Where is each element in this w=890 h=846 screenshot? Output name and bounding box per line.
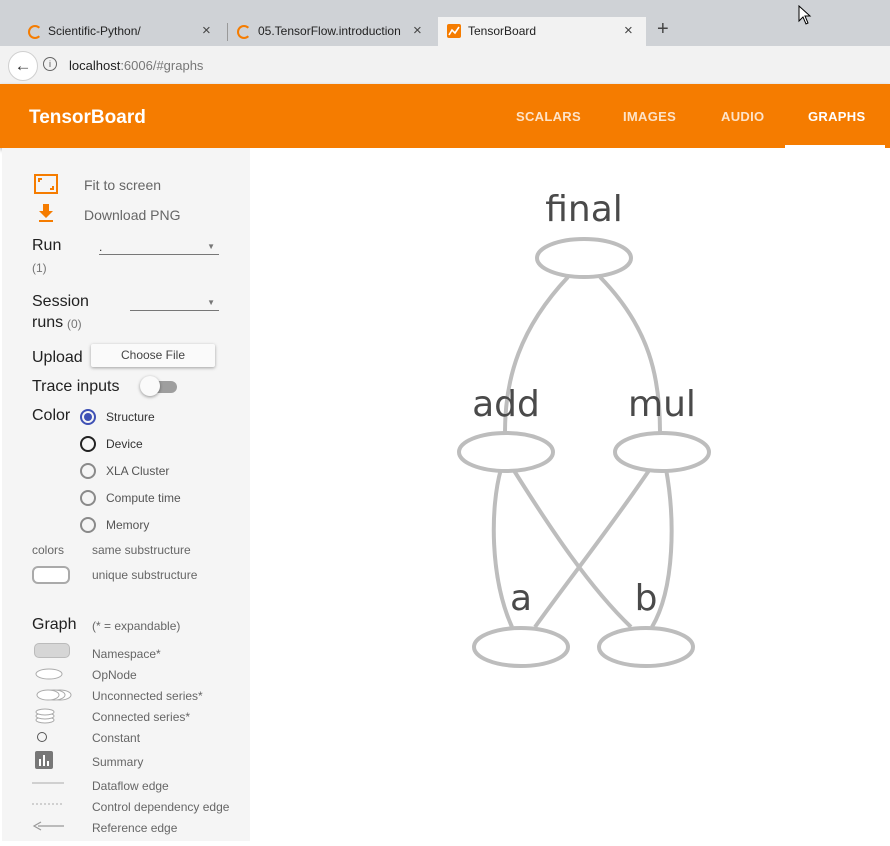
tab-scalars[interactable]: SCALARS (516, 109, 581, 124)
radio-xla-cluster[interactable] (80, 463, 96, 479)
summary-icon (35, 751, 53, 769)
color-label: Color (32, 407, 71, 424)
tab-graphs[interactable]: GRAPHS (808, 109, 865, 124)
back-button[interactable]: ← (8, 51, 38, 81)
info-icon[interactable]: i (43, 57, 57, 71)
radio-compute-time[interactable] (80, 490, 96, 506)
legend-reference-edge: Reference edge (92, 821, 178, 835)
toggle-knob[interactable] (140, 376, 160, 396)
run-count: (1) (32, 261, 47, 275)
constant-icon (37, 732, 47, 742)
jupyter-icon (28, 25, 42, 39)
mouse-cursor-icon (798, 5, 812, 25)
new-tab-button[interactable]: + (657, 18, 669, 41)
radio-memory[interactable] (80, 517, 96, 533)
tab-title: 05.TensorFlow.introduction (258, 24, 401, 38)
radio-structure[interactable] (80, 409, 96, 425)
namespace-icon (34, 643, 70, 658)
browser-tab-bar: Scientific-Python/ × 05.TensorFlow.intro… (0, 0, 890, 46)
browser-tab-tensorflow-introduction[interactable]: 05.TensorFlow.introduction × (228, 17, 436, 46)
legend-dataflow-edge: Dataflow edge (92, 779, 169, 793)
node-b[interactable]: b (597, 578, 695, 668)
edge-a-mul (533, 467, 652, 629)
url-host: localhost (69, 58, 121, 73)
tensorboard-header: TensorBoard SCALARS IMAGES AUDIO GRAPHS (0, 84, 890, 148)
control-dependency-edge-icon (32, 803, 64, 805)
node-label-mul: mul (628, 384, 696, 425)
dataflow-edge-icon (32, 782, 64, 784)
node-shape-b[interactable] (597, 626, 695, 668)
unique-substructure-swatch (32, 566, 70, 584)
node-shape-final[interactable] (535, 237, 633, 279)
graph-svg[interactable]: final add mul a b (250, 148, 890, 841)
node-label-add: add (472, 384, 540, 425)
same-substructure-label: same substructure (92, 543, 191, 557)
tab-title: Scientific-Python/ (48, 24, 141, 38)
app-title: TensorBoard (29, 107, 146, 128)
tab-title: TensorBoard (468, 24, 537, 38)
browser-tab-scientific-python[interactable]: Scientific-Python/ × (14, 17, 224, 46)
download-icon[interactable] (37, 203, 55, 223)
legend-control-dependency-edge: Control dependency edge (92, 800, 230, 814)
close-tab-icon[interactable]: × (202, 22, 211, 39)
colors-label: colors (32, 543, 65, 557)
sidebar: Fit to screen Download PNG Run (1) . ▼ S… (2, 148, 250, 841)
trace-inputs-label: Trace inputs (32, 378, 120, 395)
node-final[interactable]: final (535, 189, 633, 279)
radio-label-device: Device (106, 437, 143, 451)
chevron-down-icon: ▼ (207, 298, 215, 307)
fit-to-screen-button[interactable]: Fit to screen (84, 177, 161, 193)
session-label: Session (32, 293, 89, 310)
tensorboard-icon (447, 24, 461, 38)
expandable-note: (* = expandable) (92, 619, 181, 633)
radio-label-structure: Structure (106, 410, 155, 424)
legend-unconnected-series: Unconnected series* (92, 689, 203, 703)
choose-file-button[interactable]: Choose File (91, 344, 215, 367)
url-path: :6006/#graphs (120, 58, 204, 73)
node-label-final: final (545, 189, 623, 230)
graph-canvas[interactable]: final add mul a b (250, 148, 890, 841)
fit-to-screen-icon[interactable] (34, 174, 58, 194)
radio-label-xla-cluster: XLA Cluster (106, 464, 170, 478)
close-tab-icon[interactable]: × (413, 22, 422, 39)
unconnected-series-icon (36, 689, 72, 701)
legend-summary: Summary (92, 755, 144, 769)
legend-constant: Constant (92, 731, 141, 745)
unique-substructure-label: unique substructure (92, 568, 198, 582)
graph-legend-title: Graph (32, 616, 77, 633)
node-label-a: a (510, 578, 532, 619)
jupyter-icon (237, 25, 251, 39)
session-runs-label: runs (32, 314, 64, 331)
chevron-down-icon: ▼ (207, 242, 215, 251)
legend-connected-series: Connected series* (92, 710, 191, 724)
node-shape-mul[interactable] (613, 431, 711, 473)
close-tab-icon[interactable]: × (624, 22, 633, 39)
session-count: (0) (67, 317, 82, 331)
node-shape-a[interactable] (472, 626, 570, 668)
node-a[interactable]: a (472, 578, 570, 668)
run-select[interactable]: . ▼ (99, 240, 219, 255)
opnode-icon (35, 668, 63, 680)
node-label-b: b (635, 578, 658, 619)
url-field[interactable]: localhost:6006/#graphs (69, 58, 203, 73)
download-png-button[interactable]: Download PNG (84, 207, 181, 223)
legend-opnode: OpNode (92, 668, 137, 682)
run-select-value: . (99, 240, 103, 254)
radio-device[interactable] (80, 436, 96, 452)
upload-label: Upload (32, 349, 83, 366)
radio-label-compute-time: Compute time (106, 491, 181, 505)
connected-series-icon (35, 708, 55, 724)
tab-audio[interactable]: AUDIO (721, 109, 764, 124)
address-bar: ← i localhost:6006/#graphs (0, 46, 890, 85)
run-label: Run (32, 237, 62, 254)
node-shape-add[interactable] (457, 431, 555, 473)
legend-namespace: Namespace* (92, 647, 161, 661)
node-mul[interactable]: mul (613, 384, 711, 473)
browser-tab-tensorboard[interactable]: TensorBoard × (438, 17, 646, 46)
tab-images[interactable]: IMAGES (623, 109, 676, 124)
radio-label-memory: Memory (106, 518, 150, 532)
session-runs-select[interactable]: ▼ (130, 296, 219, 311)
reference-edge-icon (32, 821, 64, 831)
